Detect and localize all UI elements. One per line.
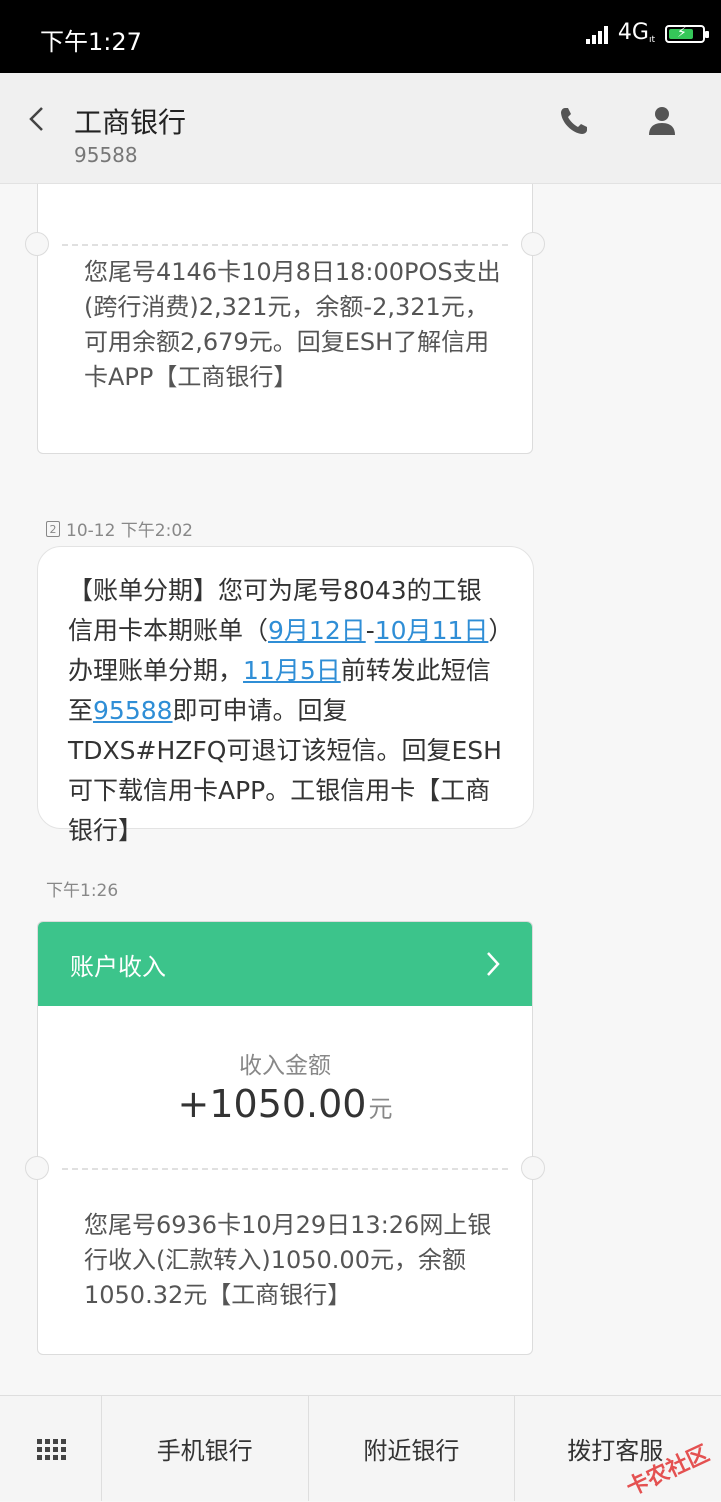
menu-button[interactable]	[0, 1396, 102, 1501]
amount-value: +1050.00元	[177, 1082, 393, 1126]
card-divider	[62, 244, 508, 246]
phone-icon[interactable]	[556, 103, 592, 139]
date-link[interactable]: 10月11日	[375, 616, 489, 645]
sim-card-icon: 2	[46, 520, 60, 537]
phone-number-link[interactable]: 95588	[93, 696, 173, 725]
message-timestamp: 下午1:26	[46, 876, 118, 901]
card-notch-right	[521, 232, 545, 256]
signal-icon	[585, 24, 608, 44]
message-text: 您尾号4146卡10月8日18:00POS支出(跨行消费)2,321元，余额-2…	[84, 258, 501, 391]
card-header[interactable]: 账户收入	[38, 922, 532, 1006]
timestamp-text: 10-12 下午2:02	[66, 521, 193, 541]
card-notch-right	[521, 1156, 545, 1180]
back-arrow-icon[interactable]	[22, 103, 54, 135]
income-card[interactable]: 账户收入 收入金额 +1050.00元 您尾号6936卡10月29日13:26网…	[25, 921, 545, 1355]
message-text: 您尾号6936卡10月29日13:26网上银行收入(汇款转入)1050.00元，…	[84, 1211, 492, 1309]
battery-icon: ⚡	[665, 24, 709, 43]
amount-label: 收入金额	[239, 1053, 331, 1079]
network-type: 4Gıt	[617, 20, 655, 46]
card-title: 账户收入	[70, 953, 166, 981]
status-bar: 下午1:27 4Gıt ⚡	[0, 0, 721, 73]
message-list[interactable]: 您尾号4146卡10月8日18:00POS支出(跨行消费)2,321元，余额-2…	[0, 184, 721, 1394]
date-link[interactable]: 11月5日	[243, 656, 341, 685]
nearby-bank-button[interactable]: 附近银行	[309, 1396, 516, 1501]
transaction-card[interactable]: 您尾号4146卡10月8日18:00POS支出(跨行消费)2,321元，余额-2…	[25, 184, 545, 454]
message-bubble[interactable]: 【账单分期】您可为尾号8043的工银信用卡本期账单（9月12日-10月11日）办…	[37, 546, 534, 845]
card-divider	[62, 1168, 508, 1170]
contact-person-icon[interactable]	[644, 103, 680, 139]
date-link[interactable]: 9月12日	[268, 616, 366, 645]
contact-name: 工商银行	[74, 106, 187, 139]
status-icons: 4Gıt ⚡	[585, 20, 709, 47]
message-timestamp: 2 10-12 下午2:02	[46, 516, 193, 541]
mobile-banking-button[interactable]: 手机银行	[102, 1396, 309, 1501]
chevron-right-icon	[487, 952, 500, 976]
keyboard-grid-icon	[37, 1439, 66, 1460]
message-text: 【账单分期】您可为尾号8043的工银信用卡本期账单（9月12日-10月11日）办…	[68, 576, 502, 845]
bottom-action-bar: 手机银行 附近银行 拨打客服 卡农社区	[0, 1395, 721, 1501]
timestamp-text: 下午1:26	[46, 881, 119, 901]
contact-number: 95588	[74, 143, 138, 167]
card-notch-left	[25, 232, 49, 256]
card-notch-left	[25, 1156, 49, 1180]
conversation-header: 工商银行 95588	[0, 73, 721, 184]
status-time: 下午1:27	[40, 28, 142, 56]
